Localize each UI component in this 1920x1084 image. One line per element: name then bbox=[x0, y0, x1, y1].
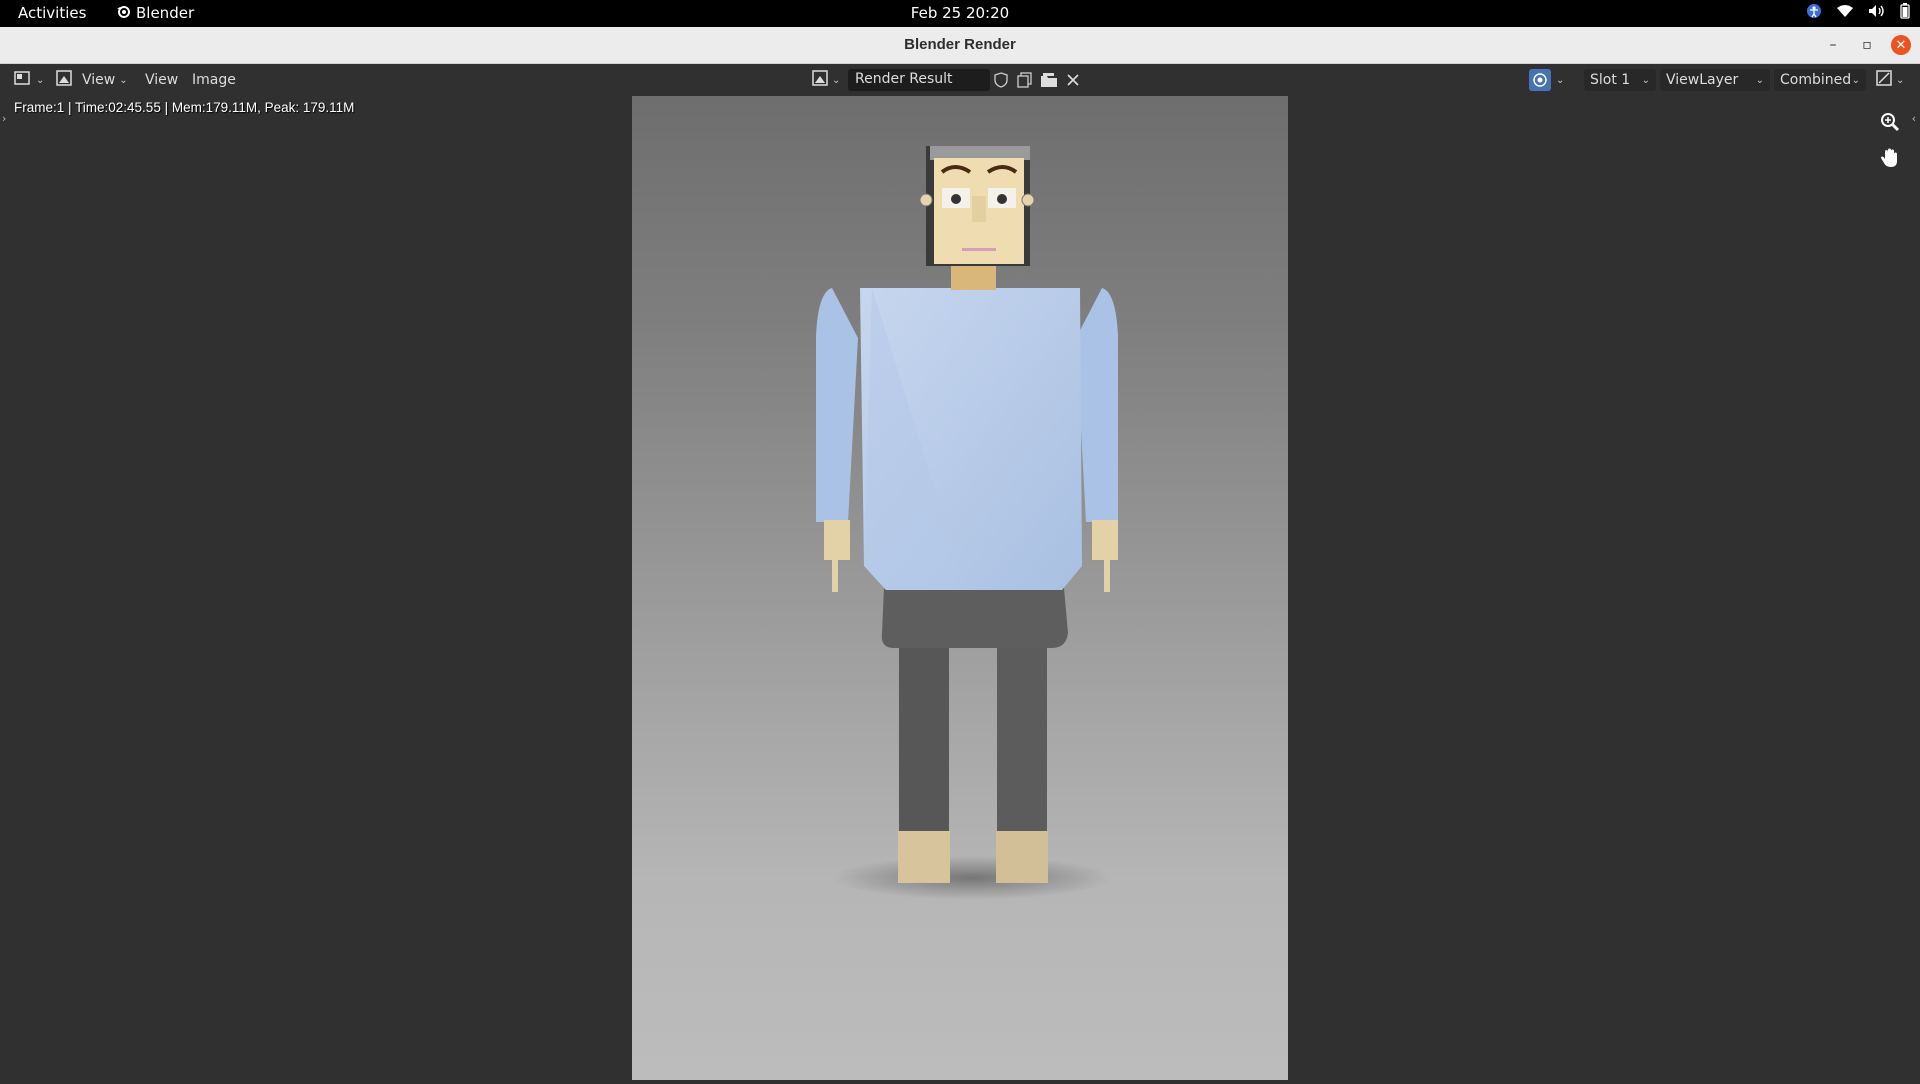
minimize-button[interactable]: – bbox=[1823, 35, 1843, 55]
image-viewport[interactable]: Frame:1 | Time:02:45.55 | Mem:179.11M, P… bbox=[0, 96, 1920, 1080]
window-titlebar[interactable]: Blender Render – ▫ ✕ bbox=[0, 27, 1920, 64]
chevron-down-icon: ⌄ bbox=[1851, 74, 1860, 86]
close-window-button[interactable]: ✕ bbox=[1891, 35, 1911, 55]
chevron-down-icon: ⌄ bbox=[1556, 74, 1565, 86]
slot-label: Slot 1 bbox=[1590, 72, 1631, 88]
view-layer-dropdown[interactable]: ViewLayer ⌄ bbox=[1660, 69, 1770, 91]
battery-icon[interactable] bbox=[1900, 3, 1910, 23]
system-top-bar: Activities Blender Feb 25 20:20 bbox=[0, 0, 1920, 27]
slot-dropdown[interactable]: Slot 1 ⌄ bbox=[1584, 69, 1656, 91]
menu-view[interactable]: View bbox=[145, 69, 178, 91]
clock[interactable]: Feb 25 20:20 bbox=[911, 4, 1009, 22]
chevron-down-icon: ⌄ bbox=[1896, 74, 1905, 86]
system-tray[interactable] bbox=[1806, 3, 1910, 23]
editor-type-icon bbox=[14, 70, 32, 90]
character-render bbox=[816, 146, 1118, 900]
app-name: Blender bbox=[136, 4, 195, 22]
chevron-right-icon[interactable]: › bbox=[2, 112, 6, 125]
view-mode-label: View bbox=[82, 72, 116, 88]
activities-button[interactable]: Activities bbox=[18, 4, 86, 22]
render-stats: Frame:1 | Time:02:45.55 | Mem:179.11M, P… bbox=[14, 100, 355, 115]
view-layer-label: ViewLayer bbox=[1666, 72, 1739, 88]
image-icon bbox=[56, 70, 72, 90]
render-result-image bbox=[632, 96, 1288, 1080]
pan-hand-icon[interactable] bbox=[1876, 144, 1904, 172]
chevron-down-icon: ⌄ bbox=[36, 74, 45, 86]
blender-logo-icon bbox=[116, 4, 130, 22]
render-slot-icon[interactable] bbox=[1529, 69, 1551, 91]
browse-image-dropdown[interactable]: ⌄ bbox=[812, 69, 840, 91]
view-mode-dropdown[interactable]: View ⌄ bbox=[56, 69, 128, 91]
chevron-down-icon: ⌄ bbox=[1641, 74, 1650, 86]
open-image-icon[interactable] bbox=[1038, 69, 1060, 91]
chevron-left-icon[interactable]: ‹ bbox=[1912, 112, 1916, 125]
fake-user-shield-icon[interactable] bbox=[990, 69, 1012, 91]
image-editor-header: ⌄ View ⌄ View Image ⌄ Render Result ⌄ Sl… bbox=[0, 64, 1920, 96]
chevron-down-icon: ⌄ bbox=[832, 74, 841, 86]
chevron-down-icon: ⌄ bbox=[119, 74, 128, 86]
pass-label: Combined bbox=[1780, 72, 1852, 88]
image-name-field[interactable]: Render Result bbox=[848, 69, 990, 91]
unlink-close-icon[interactable] bbox=[1062, 69, 1084, 91]
volume-icon[interactable] bbox=[1868, 4, 1886, 22]
chevron-down-icon: ⌄ bbox=[1755, 74, 1764, 86]
display-mode-icon bbox=[1876, 70, 1892, 90]
menu-image[interactable]: Image bbox=[192, 69, 236, 91]
new-image-icon[interactable] bbox=[1014, 69, 1036, 91]
wifi-icon[interactable] bbox=[1836, 4, 1854, 22]
display-mode-dropdown[interactable]: ⌄ bbox=[1876, 69, 1904, 91]
editor-type-dropdown[interactable]: ⌄ bbox=[14, 69, 44, 91]
maximize-button[interactable]: ▫ bbox=[1857, 35, 1877, 55]
app-menu[interactable]: Blender bbox=[116, 4, 194, 22]
gizmo-options-dropdown[interactable]: ⌄ bbox=[1556, 69, 1564, 91]
pass-dropdown[interactable]: Combined ⌄ bbox=[1774, 69, 1866, 91]
accessibility-icon[interactable] bbox=[1806, 3, 1822, 23]
window-title: Blender Render bbox=[904, 36, 1016, 53]
image-icon bbox=[812, 70, 828, 90]
zoom-icon[interactable] bbox=[1876, 108, 1904, 136]
